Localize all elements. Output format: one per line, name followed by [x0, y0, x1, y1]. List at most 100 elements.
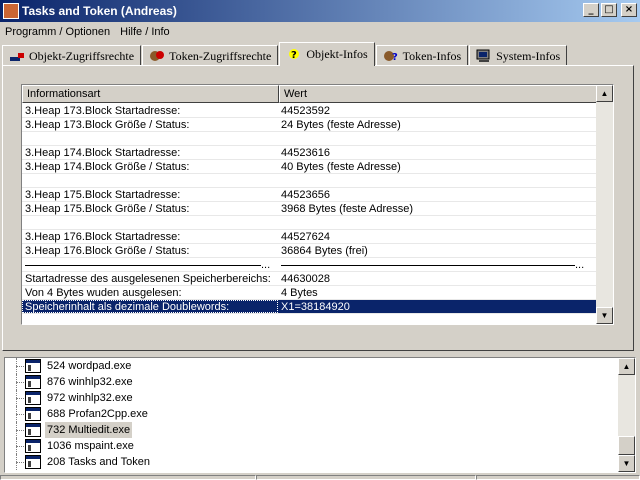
cell-wert: 44527624: [281, 231, 330, 243]
window-title: Tasks and Token (Andreas): [22, 4, 177, 18]
table-row[interactable]: 3.Heap 173.Block Startadresse: 44523592: [22, 104, 597, 118]
table-row[interactable]: Speicherinhalt als dezimale Doublewords:…: [22, 300, 597, 314]
computer-icon: [476, 49, 492, 63]
cell-informationsart: 3.Heap 176.Block Startadresse:: [25, 231, 181, 243]
separator-line: [25, 264, 261, 266]
window-controls: _ □ ×: [583, 3, 637, 17]
executable-icon: [25, 455, 41, 469]
cell-wert: 44630028: [281, 273, 330, 285]
listview-rows: 3.Heap 173.Block Startadresse: 44523592 3.…: [22, 104, 597, 314]
tree-item[interactable]: 524 wordpad.exe: [5, 358, 617, 374]
cell-wert: 36864 Bytes (frei): [281, 245, 368, 257]
table-row[interactable]: 3.Heap 176.Block Startadresse: 44527624: [22, 230, 597, 244]
executable-icon: [25, 375, 41, 389]
info-listview[interactable]: Informationsart Wert 3.Heap 173.Block St…: [21, 84, 614, 325]
menu-programm-optionen[interactable]: Programm / Optionen: [0, 26, 115, 38]
tab-label: Token-Zugriffsrechte: [169, 48, 272, 63]
tree-scroll-up-button[interactable]: ▲: [618, 358, 635, 375]
cell-informationsart: 3.Heap 174.Block Größe / Status:: [25, 161, 190, 173]
executable-icon: [25, 359, 41, 373]
process-label: 688 Profan2Cpp.exe: [47, 408, 148, 420]
tree-item[interactable]: 208 Tasks and Token: [5, 454, 617, 470]
app-icon: [3, 3, 19, 19]
tab-label: Token-Infos: [402, 48, 462, 63]
maximize-button[interactable]: □: [601, 3, 617, 17]
process-label: 972 winhlp32.exe: [47, 392, 133, 404]
menu-hilfe-info[interactable]: Hilfe / Info: [115, 26, 175, 38]
cell-wert: 44523592: [281, 105, 330, 117]
cell-wert: [278, 174, 596, 187]
minimize-button[interactable]: _: [583, 3, 599, 17]
executable-icon: [25, 391, 41, 405]
column-header-informationsart[interactable]: Informationsart: [22, 85, 279, 103]
tab-objekt-infos[interactable]: ? Objekt-Infos: [279, 42, 375, 66]
title-bar: Tasks and Token (Andreas) _ □ ×: [0, 0, 640, 22]
tree-item[interactable]: 876 winhlp32.exe: [5, 374, 617, 390]
separator-line: [281, 264, 575, 266]
cell-informationsart: 3.Heap 174.Block Startadresse:: [25, 147, 181, 159]
table-row[interactable]: 3.Heap 174.Block Startadresse: 44523616: [22, 146, 597, 160]
executable-icon: [25, 439, 41, 453]
process-tree[interactable]: 524 wordpad.exe 876 winhlp32.exe 972 winhl…: [4, 357, 636, 473]
tree-scroll-thumb[interactable]: [618, 436, 635, 455]
cell-informationsart: [22, 132, 278, 145]
process-label: 732 Multiedit.exe: [45, 422, 133, 438]
process-label: 876 winhlp32.exe: [47, 376, 133, 388]
cell-informationsart: 3.Heap 175.Block Größe / Status:: [25, 203, 190, 215]
status-panel: [476, 475, 640, 480]
table-row[interactable]: ......: [22, 258, 597, 272]
process-label: 208 Tasks and Token: [47, 456, 150, 468]
scroll-down-button[interactable]: ▼: [596, 307, 613, 324]
cell-informationsart: 3.Heap 175.Block Startadresse:: [25, 189, 181, 201]
tab-label: Objekt-Infos: [306, 47, 368, 61]
scroll-up-button[interactable]: ▲: [596, 85, 613, 102]
token-info-icon: ?: [383, 49, 399, 63]
tab-strip: Objekt-Zugriffsrechte Token-Zugriffsrech…: [2, 42, 568, 66]
process-label: 524 wordpad.exe: [47, 360, 132, 372]
tab-system-infos[interactable]: System-Infos: [469, 45, 568, 66]
table-row[interactable]: Von 4 Bytes wuden ausgelesen: 4 Bytes: [22, 286, 597, 300]
close-button[interactable]: ×: [621, 3, 637, 17]
tree-item[interactable]: 1036 mspaint.exe: [5, 438, 617, 454]
tab-label: System-Infos: [496, 48, 561, 63]
tab-token-infos[interactable]: ? Token-Infos: [375, 45, 469, 66]
table-row[interactable]: [22, 174, 597, 188]
column-header-wert[interactable]: Wert: [279, 85, 597, 103]
status-bar: [0, 475, 640, 480]
tree-scroll-down-button[interactable]: ▼: [618, 455, 635, 472]
cell-informationsart: Von 4 Bytes wuden ausgelesen:: [25, 287, 182, 299]
cell-informationsart: Speicherinhalt als dezimale Doublewords:: [22, 300, 278, 313]
table-row[interactable]: 3.Heap 175.Block Größe / Status: 3968 Byt…: [22, 202, 597, 216]
object-access-icon: [9, 49, 25, 63]
cell-informationsart: 3.Heap 173.Block Startadresse:: [25, 105, 181, 117]
cell-informationsart: ...: [22, 258, 278, 271]
tree-item[interactable]: 732 Multiedit.exe: [5, 422, 617, 438]
cell-informationsart: [22, 216, 278, 229]
tree-item[interactable]: 688 Profan2Cpp.exe: [5, 406, 617, 422]
cell-wert: 44523656: [281, 189, 330, 201]
token-access-icon: [149, 49, 165, 63]
process-label: 1036 mspaint.exe: [47, 440, 134, 452]
tab-token-zugriffsrechte[interactable]: Token-Zugriffsrechte: [142, 45, 279, 66]
svg-text:?: ?: [392, 52, 398, 63]
table-row[interactable]: 3.Heap 176.Block Größe / Status: 36864 By…: [22, 244, 597, 258]
table-row[interactable]: [22, 216, 597, 230]
executable-icon: [25, 407, 41, 421]
cell-informationsart: Startadresse des ausgelesenen Speicherbe…: [25, 273, 271, 285]
table-row[interactable]: Startadresse des ausgelesenen Speicherbe…: [22, 272, 597, 286]
table-row[interactable]: 3.Heap 173.Block Größe / Status: 24 Bytes…: [22, 118, 597, 132]
question-bulb-icon: ?: [286, 48, 302, 62]
executable-icon: [25, 423, 41, 437]
cell-wert: X1=38184920: [281, 301, 350, 313]
separator-dots: ...: [261, 259, 271, 271]
cell-wert: ...: [278, 258, 596, 271]
cell-wert: 4 Bytes: [281, 287, 318, 299]
table-row[interactable]: 3.Heap 175.Block Startadresse: 44523656: [22, 188, 597, 202]
cell-wert: 24 Bytes (feste Adresse): [281, 119, 401, 131]
tree-scrollbar[interactable]: ▲ ▼: [618, 358, 635, 472]
table-row[interactable]: 3.Heap 174.Block Größe / Status: 40 Bytes…: [22, 160, 597, 174]
table-row[interactable]: [22, 132, 597, 146]
tab-objekt-zugriffsrechte[interactable]: Objekt-Zugriffsrechte: [2, 45, 142, 66]
tree-item[interactable]: 972 winhlp32.exe: [5, 390, 617, 406]
listview-scrollbar[interactable]: ▲ ▼: [596, 85, 613, 324]
